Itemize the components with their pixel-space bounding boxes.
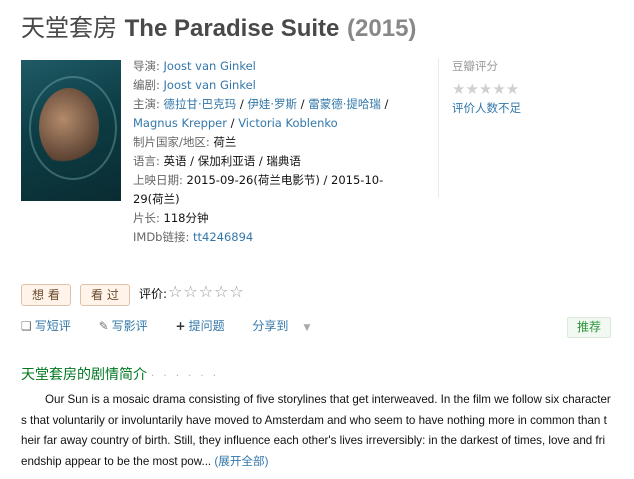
watched-button[interactable]: 看 过	[80, 284, 130, 306]
write-review-label: 写影评	[111, 319, 148, 333]
runtime-row: 片长: 118分钟	[133, 209, 403, 228]
writer-link[interactable]: Joost van Ginkel	[164, 78, 256, 92]
summary-section-title: 天堂套房的剧情简介 · · · · · ·	[21, 364, 219, 384]
cast-label: 主演:	[133, 97, 160, 111]
cast-link[interactable]: Magnus Krepper	[133, 116, 227, 130]
cast-link[interactable]: 德拉甘·巴克玛	[164, 97, 237, 111]
rate-stars-input[interactable]: ☆☆☆☆☆	[168, 282, 245, 301]
write-review-button[interactable]: ✎ 写影评	[99, 317, 160, 334]
cast-link[interactable]: Victoria Koblenko	[238, 116, 337, 130]
ask-question-label: 提问题	[188, 319, 225, 333]
dropdown-triangle-icon: ▼	[303, 323, 311, 333]
expand-all-link[interactable]: (展开全部)	[214, 455, 268, 468]
movie-info: 导演: Joost van Ginkel 编剧: Joost van Ginke…	[133, 57, 403, 247]
writer-label: 编剧:	[133, 78, 160, 92]
summary-body: Our Sun is a mosaic drama consisting of …	[21, 393, 611, 468]
speech-bubble-icon: ❑	[21, 319, 32, 333]
rate-label: 评价:	[139, 287, 168, 301]
release-label: 上映日期:	[133, 173, 183, 187]
summary-title-dots: · · · · · ·	[151, 371, 219, 382]
rating-stars-icon: ★★★★★	[452, 80, 520, 98]
share-label: 分享到	[252, 319, 289, 333]
rating-divider	[438, 58, 439, 198]
runtime-label: 片长:	[133, 211, 160, 225]
release-row-cont: 29(荷兰)	[133, 190, 403, 209]
recommend-button[interactable]: 推荐	[567, 317, 611, 338]
summary-text: Our Sun is a mosaic drama consisting of …	[21, 390, 611, 472]
language-value: 英语 / 保加利亚语 / 瑞典语	[163, 154, 301, 168]
summary-title-text: 天堂套房的剧情简介	[21, 367, 147, 383]
title-year: (2015)	[347, 15, 417, 42]
release-value: 2015-09-26(荷兰电影节) / 2015-10-	[186, 173, 384, 187]
cast-link[interactable]: 雷蒙德·提哈瑞	[308, 97, 381, 111]
language-label: 语言:	[133, 154, 160, 168]
imdb-link[interactable]: tt4246894	[193, 230, 253, 244]
director-label: 导演:	[133, 59, 160, 73]
release-row: 上映日期: 2015-09-26(荷兰电影节) / 2015-10-	[133, 171, 403, 190]
country-row: 制片国家/地区: 荷兰	[133, 133, 403, 152]
write-short-review-button[interactable]: ❑ 写短评	[21, 317, 83, 334]
want-to-watch-button[interactable]: 想 看	[21, 284, 71, 306]
movie-title: 天堂套房 The Paradise Suite (2015)	[21, 12, 416, 45]
writer-row: 编剧: Joost van Ginkel	[133, 76, 403, 95]
director-link[interactable]: Joost van Ginkel	[164, 59, 256, 73]
imdb-row: IMDb链接: tt4246894	[133, 228, 403, 247]
cast-link[interactable]: 伊娃·罗斯	[247, 97, 297, 111]
imdb-label: IMDb链接:	[133, 230, 190, 244]
release-value-cont: 29(荷兰)	[133, 192, 180, 206]
write-short-review-label: 写短评	[34, 319, 71, 333]
country-label: 制片国家/地区:	[133, 135, 210, 149]
rating-insufficient-link[interactable]: 评价人数不足	[452, 100, 521, 116]
plus-icon: +	[175, 319, 186, 333]
country-value: 荷兰	[213, 135, 237, 149]
action-bar: ❑ 写短评 ✎ 写影评 + 提问题 分享到 ▼	[21, 317, 334, 334]
share-dropdown[interactable]: 分享到 ▼	[252, 317, 322, 334]
director-row: 导演: Joost van Ginkel	[133, 57, 403, 76]
language-row: 语言: 英语 / 保加利亚语 / 瑞典语	[133, 152, 403, 171]
title-english: The Paradise Suite	[124, 15, 340, 42]
runtime-value: 118分钟	[163, 211, 209, 225]
movie-poster[interactable]	[21, 60, 121, 201]
pencil-icon: ✎	[98, 319, 109, 333]
rating-label: 豆瓣评分	[452, 59, 498, 73]
poster-art-figure	[39, 88, 99, 166]
title-chinese: 天堂套房	[21, 14, 117, 42]
ask-question-button[interactable]: + 提问题	[176, 317, 237, 334]
cast-row: 主演: 德拉甘·巴克玛 / 伊娃·罗斯 / 雷蒙德·提哈瑞 / Magnus K…	[133, 97, 389, 130]
